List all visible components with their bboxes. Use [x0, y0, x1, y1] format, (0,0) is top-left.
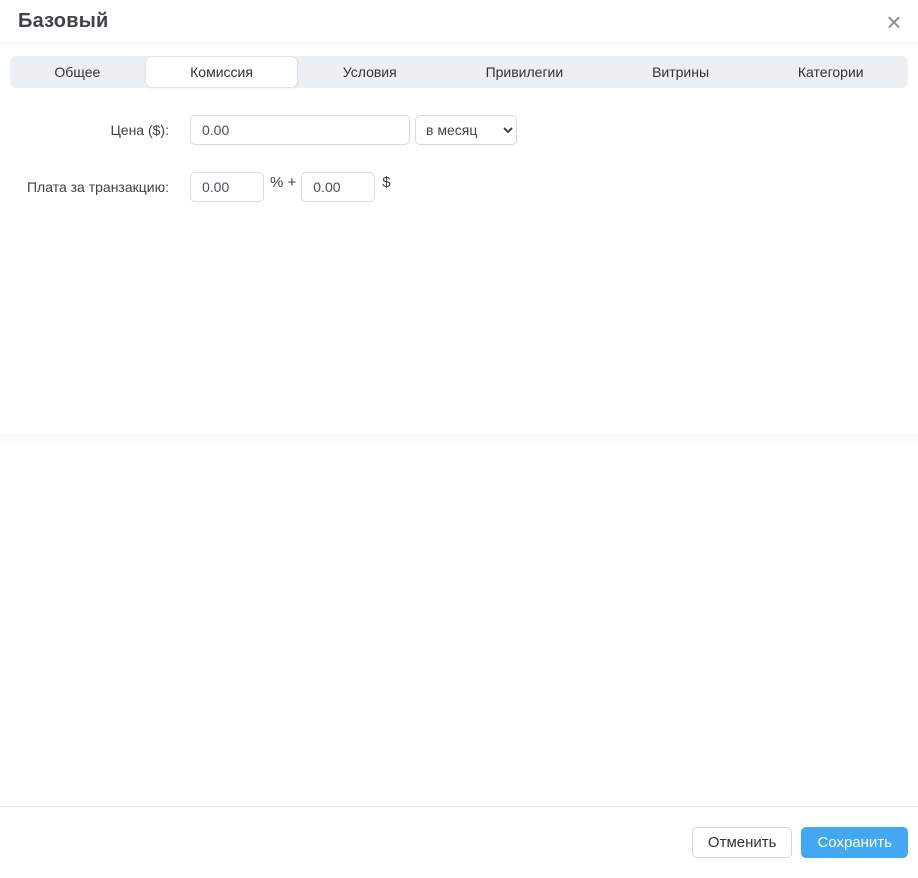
save-button[interactable]: Сохранить: [801, 827, 908, 858]
tab-terms[interactable]: Условия: [298, 56, 441, 88]
plan-edit-modal: Базовый × Общее Комиссия Условия Привиле…: [0, 0, 918, 878]
tab-privileges[interactable]: Привилегии: [441, 56, 608, 88]
modal-header: Базовый ×: [0, 0, 918, 44]
commission-form: Цена ($): в месяц Плата за транзакцию: %…: [0, 115, 918, 202]
tab-categories[interactable]: Категории: [753, 56, 908, 88]
transaction-fee-controls: % + $: [190, 172, 391, 202]
price-input[interactable]: [190, 115, 410, 145]
transaction-fee-label: Плата за транзакцию:: [26, 179, 169, 195]
tab-commission[interactable]: Комиссия: [144, 56, 299, 88]
tab-showcases[interactable]: Витрины: [608, 56, 754, 88]
content-bottom-edge: [0, 434, 918, 444]
fee-fixed-input[interactable]: [301, 172, 376, 202]
dollar-suffix: $: [382, 173, 391, 191]
tab-general[interactable]: Общее: [10, 56, 145, 88]
price-row: Цена ($): в месяц: [0, 115, 918, 145]
tab-bar: Общее Комиссия Условия Привилегии Витрин…: [10, 56, 908, 88]
price-controls: в месяц: [190, 115, 517, 145]
percent-plus-suffix: % +: [270, 173, 297, 191]
modal-footer: Отменить Сохранить: [0, 806, 918, 878]
billing-period-select[interactable]: в месяц: [415, 115, 517, 145]
cancel-button[interactable]: Отменить: [691, 827, 793, 858]
close-icon[interactable]: ×: [872, 0, 916, 44]
transaction-fee-row: Плата за транзакцию: % + $: [0, 172, 918, 202]
fee-percent-input[interactable]: [190, 172, 264, 202]
price-label: Цена ($):: [110, 122, 169, 138]
modal-title: Базовый: [18, 10, 109, 32]
